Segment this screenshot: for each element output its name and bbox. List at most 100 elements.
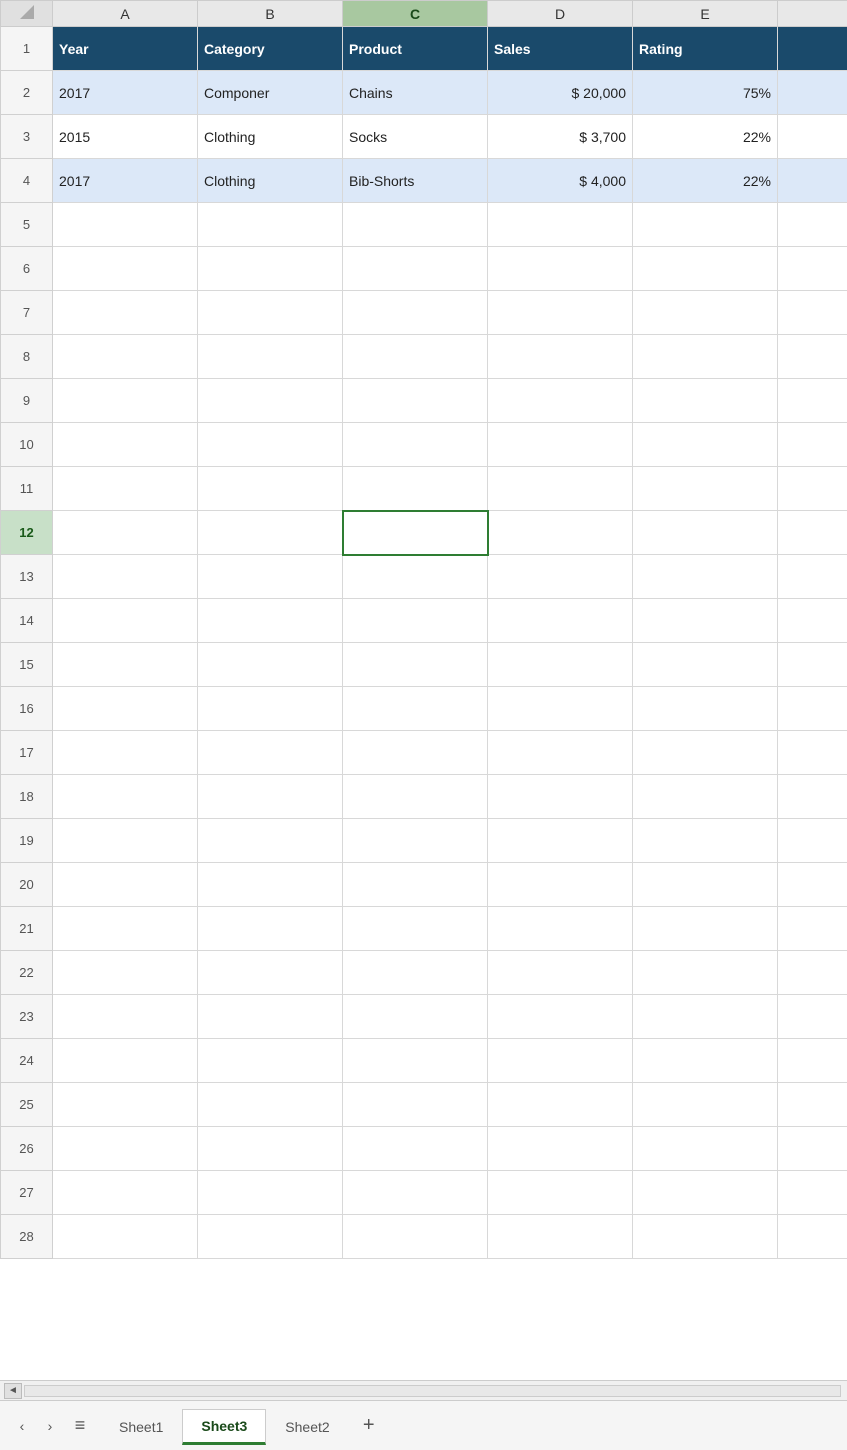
col-header-e[interactable]: E: [633, 1, 778, 27]
cell-11-A[interactable]: [53, 467, 198, 511]
cell-19-A[interactable]: [53, 819, 198, 863]
cell-9-C[interactable]: [343, 379, 488, 423]
cell-6-A[interactable]: [53, 247, 198, 291]
cell-2-D[interactable]: $ 20,000: [488, 71, 633, 115]
cell-15-E[interactable]: [633, 643, 778, 687]
cell-1-D[interactable]: Sales: [488, 27, 633, 71]
cell-10-A[interactable]: [53, 423, 198, 467]
cell-17-A[interactable]: [53, 731, 198, 775]
cell-25-B[interactable]: [198, 1083, 343, 1127]
cell-10-E[interactable]: [633, 423, 778, 467]
cell-18-D[interactable]: [488, 775, 633, 819]
cell-2-C[interactable]: Chains: [343, 71, 488, 115]
cell-10-C[interactable]: [343, 423, 488, 467]
cell-12-A[interactable]: [53, 511, 198, 555]
cell-13-A[interactable]: [53, 555, 198, 599]
cell-18-E[interactable]: [633, 775, 778, 819]
sheet-tab-sheet2[interactable]: Sheet2: [266, 1409, 348, 1445]
cell-17-B[interactable]: [198, 731, 343, 775]
cell-2-B[interactable]: Componer: [198, 71, 343, 115]
cell-26-E[interactable]: [633, 1127, 778, 1171]
sheet-tab-sheet1[interactable]: Sheet1: [100, 1409, 182, 1445]
cell-8-D[interactable]: [488, 335, 633, 379]
cell-16-B[interactable]: [198, 687, 343, 731]
cell-16-E[interactable]: [633, 687, 778, 731]
cell-22-B[interactable]: [198, 951, 343, 995]
cell-7-B[interactable]: [198, 291, 343, 335]
cell-24-A[interactable]: [53, 1039, 198, 1083]
cell-16-C[interactable]: [343, 687, 488, 731]
cell-27-B[interactable]: [198, 1171, 343, 1215]
cell-19-D[interactable]: [488, 819, 633, 863]
cell-19-E[interactable]: [633, 819, 778, 863]
cell-15-C[interactable]: [343, 643, 488, 687]
cell-14-A[interactable]: [53, 599, 198, 643]
cell-24-E[interactable]: [633, 1039, 778, 1083]
cell-12-D[interactable]: [488, 511, 633, 555]
cell-14-E[interactable]: [633, 599, 778, 643]
cell-21-A[interactable]: [53, 907, 198, 951]
scroll-left-button[interactable]: ◄: [4, 1383, 22, 1399]
cell-13-D[interactable]: [488, 555, 633, 599]
cell-7-D[interactable]: [488, 291, 633, 335]
cell-1-E[interactable]: Rating: [633, 27, 778, 71]
cell-21-D[interactable]: [488, 907, 633, 951]
cell-9-D[interactable]: [488, 379, 633, 423]
cell-5-C[interactable]: [343, 203, 488, 247]
cell-27-A[interactable]: [53, 1171, 198, 1215]
cell-20-B[interactable]: [198, 863, 343, 907]
cell-28-C[interactable]: [343, 1215, 488, 1259]
cell-8-A[interactable]: [53, 335, 198, 379]
cell-3-E[interactable]: 22%: [633, 115, 778, 159]
cell-4-B[interactable]: Clothing: [198, 159, 343, 203]
cell-28-B[interactable]: [198, 1215, 343, 1259]
cell-5-A[interactable]: [53, 203, 198, 247]
cell-27-D[interactable]: [488, 1171, 633, 1215]
cell-9-E[interactable]: [633, 379, 778, 423]
cell-25-C[interactable]: [343, 1083, 488, 1127]
cell-16-D[interactable]: [488, 687, 633, 731]
cell-17-D[interactable]: [488, 731, 633, 775]
cell-3-A[interactable]: 2015: [53, 115, 198, 159]
cell-21-B[interactable]: [198, 907, 343, 951]
cell-23-E[interactable]: [633, 995, 778, 1039]
cell-22-D[interactable]: [488, 951, 633, 995]
cell-11-E[interactable]: [633, 467, 778, 511]
cell-15-A[interactable]: [53, 643, 198, 687]
cell-6-D[interactable]: [488, 247, 633, 291]
cell-19-C[interactable]: [343, 819, 488, 863]
col-header-b[interactable]: B: [198, 1, 343, 27]
cell-28-E[interactable]: [633, 1215, 778, 1259]
cell-5-D[interactable]: [488, 203, 633, 247]
tab-menu-button[interactable]: ≡: [64, 1410, 96, 1442]
cell-21-E[interactable]: [633, 907, 778, 951]
cell-22-E[interactable]: [633, 951, 778, 995]
cell-7-E[interactable]: [633, 291, 778, 335]
cell-12-B[interactable]: [198, 511, 343, 555]
cell-13-B[interactable]: [198, 555, 343, 599]
cell-27-C[interactable]: [343, 1171, 488, 1215]
cell-11-B[interactable]: [198, 467, 343, 511]
cell-16-A[interactable]: [53, 687, 198, 731]
cell-19-B[interactable]: [198, 819, 343, 863]
cell-4-E[interactable]: 22%: [633, 159, 778, 203]
cell-27-E[interactable]: [633, 1171, 778, 1215]
cell-25-D[interactable]: [488, 1083, 633, 1127]
cell-21-C[interactable]: [343, 907, 488, 951]
cell-11-C[interactable]: [343, 467, 488, 511]
cell-1-A[interactable]: Year: [53, 27, 198, 71]
cell-18-B[interactable]: [198, 775, 343, 819]
cell-6-C[interactable]: [343, 247, 488, 291]
cell-23-C[interactable]: [343, 995, 488, 1039]
cell-4-C[interactable]: Bib-Shorts: [343, 159, 488, 203]
cell-1-B[interactable]: Category: [198, 27, 343, 71]
cell-25-A[interactable]: [53, 1083, 198, 1127]
tab-next-button[interactable]: ›: [36, 1410, 64, 1442]
cell-6-E[interactable]: [633, 247, 778, 291]
cell-4-D[interactable]: $ 4,000: [488, 159, 633, 203]
cell-6-B[interactable]: [198, 247, 343, 291]
cell-22-C[interactable]: [343, 951, 488, 995]
cell-8-C[interactable]: [343, 335, 488, 379]
cell-12-C[interactable]: [343, 511, 488, 555]
cell-20-C[interactable]: [343, 863, 488, 907]
